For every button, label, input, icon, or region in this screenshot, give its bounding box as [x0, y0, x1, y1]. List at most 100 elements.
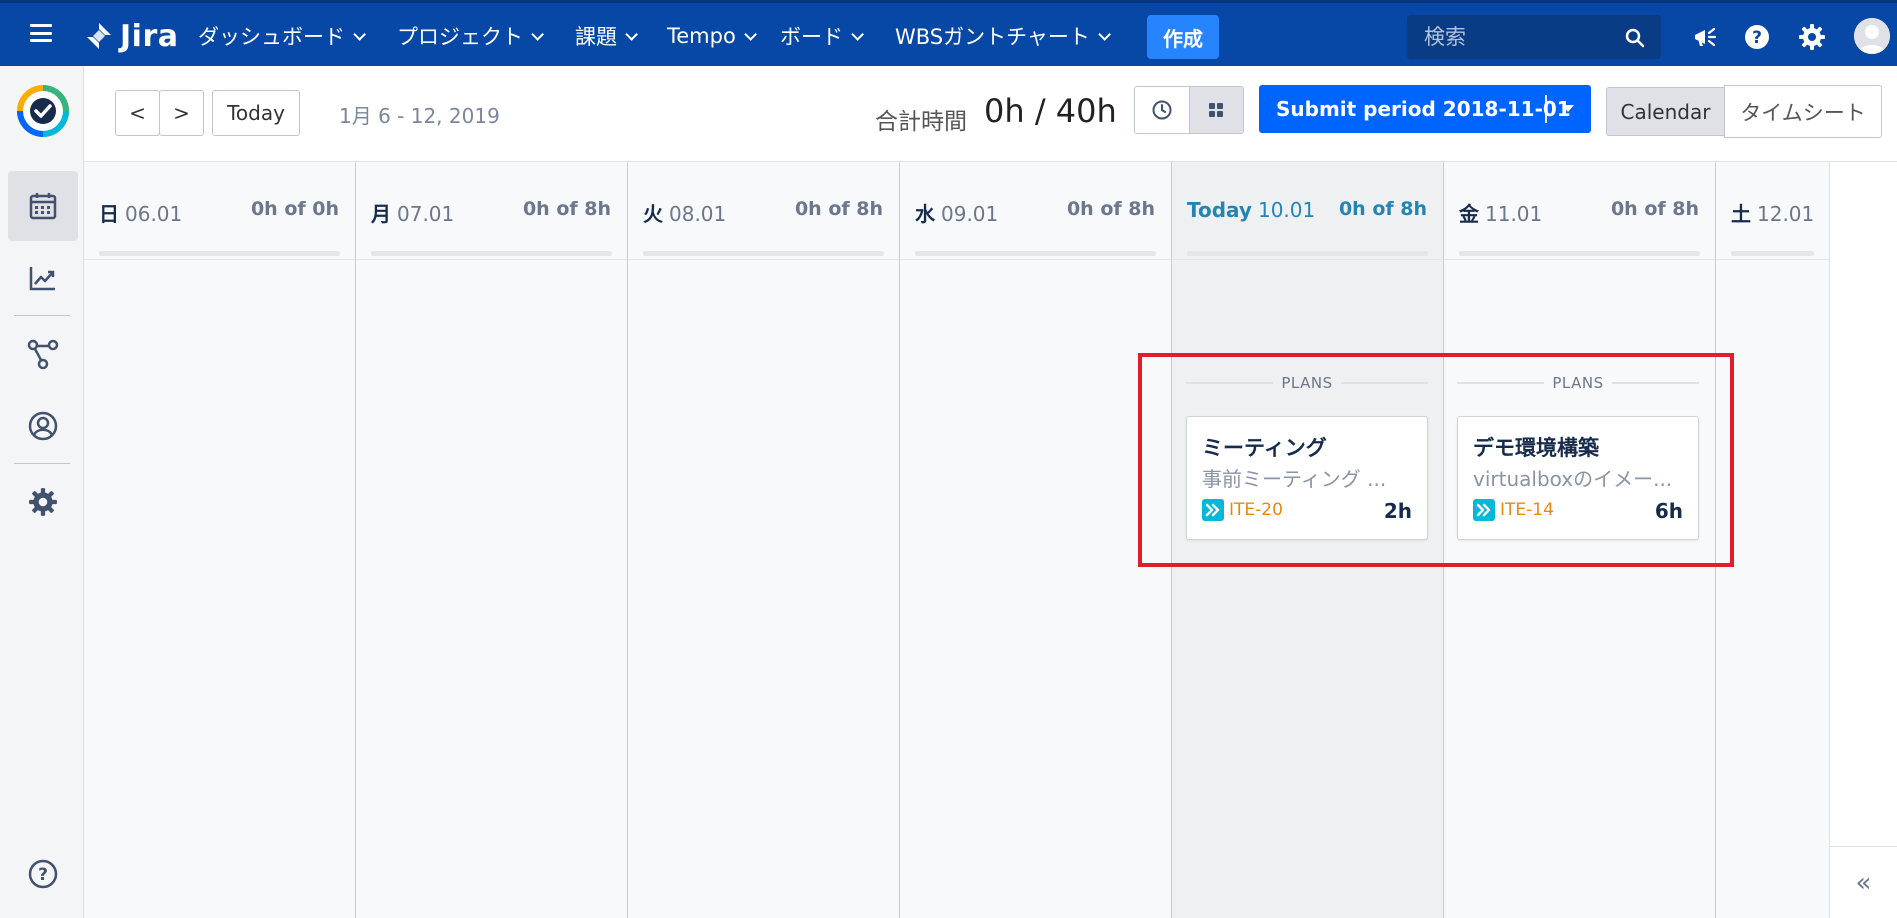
chevron-down-icon: [353, 27, 366, 41]
day-name: 金: [1459, 202, 1479, 226]
user-avatar[interactable]: [1854, 18, 1890, 54]
tempo-logo-icon: [17, 85, 69, 137]
prev-period-button[interactable]: <: [115, 90, 160, 136]
day-header-sat[interactable]: 土 12.01: [1716, 162, 1829, 260]
submit-period-button[interactable]: Submit period 2018-11-01: [1259, 85, 1591, 133]
day-hours: 0h of 8h: [1066, 198, 1155, 220]
chevron-down-icon: [625, 27, 638, 41]
submit-period-label: Submit period 2018-11-01: [1276, 97, 1571, 121]
reports-icon: [29, 267, 55, 291]
calendar-view-tab[interactable]: Calendar: [1606, 87, 1725, 136]
sidebar-divider: [14, 315, 70, 316]
account-nav[interactable]: [8, 391, 78, 461]
day-name: Today: [1187, 198, 1252, 222]
day-header-mon[interactable]: 月 07.01 0h of 8h: [356, 162, 628, 260]
day-column-sun[interactable]: [84, 260, 356, 918]
day-date: 07.01: [397, 202, 455, 226]
clock-view-button[interactable]: [1135, 87, 1189, 133]
day-label: Today 10.01: [1187, 198, 1315, 222]
nav-wbs-gantt[interactable]: WBSガントチャート: [895, 21, 1111, 51]
chevron-down-icon: [851, 27, 864, 41]
day-name: 土: [1731, 202, 1751, 226]
nav-tempo[interactable]: Tempo: [667, 21, 757, 51]
plans-network-icon: [27, 339, 59, 370]
calendar-icon: [29, 193, 57, 220]
total-hours-label: 合計時間: [875, 109, 967, 135]
svg-text:?: ?: [38, 865, 48, 885]
calendar-nav[interactable]: [8, 171, 78, 241]
nav-issues[interactable]: 課題: [575, 21, 638, 51]
day-header-today[interactable]: Today 10.01 0h of 8h: [1172, 162, 1444, 260]
day-date: 06.01: [125, 202, 183, 226]
day-progress-bar: [99, 251, 340, 256]
right-side-panel: [1829, 162, 1897, 918]
nav-projects[interactable]: プロジェクト: [397, 21, 544, 51]
collapse-panel-button[interactable]: «: [1829, 846, 1897, 918]
day-header-wed[interactable]: 水 09.01 0h of 8h: [900, 162, 1172, 260]
user-avatar-icon: [1854, 18, 1890, 54]
day-hours: 0h of 8h: [522, 198, 611, 220]
nav-label: Tempo: [667, 24, 736, 48]
sidebar-divider: [14, 463, 70, 464]
view-mode-toggle: [1134, 86, 1244, 134]
day-label: 日 06.01: [99, 198, 182, 227]
day-label: 土 12.01: [1731, 198, 1814, 227]
day-progress-bar: [1187, 251, 1428, 256]
nav-dashboard[interactable]: ダッシュボード: [198, 21, 366, 51]
nav-label: ボード: [780, 25, 843, 49]
search-icon[interactable]: [1625, 28, 1645, 48]
day-header-tue[interactable]: 火 08.01 0h of 8h: [628, 162, 900, 260]
day-hours: 0h of 0h: [250, 198, 339, 220]
day-header-sun[interactable]: 日 06.01 0h of 0h: [84, 162, 356, 260]
create-button[interactable]: 作成: [1147, 15, 1219, 59]
logo-text: Jira: [120, 18, 179, 54]
day-name: 水: [915, 202, 935, 226]
settings-nav[interactable]: [8, 467, 78, 537]
menu-icon[interactable]: [30, 24, 52, 42]
day-column-tue[interactable]: [628, 260, 900, 918]
day-name: 日: [99, 202, 119, 226]
tempo-sidebar: ?: [0, 66, 84, 918]
timesheet-view-tab[interactable]: タイムシート: [1724, 85, 1882, 138]
day-column-mon[interactable]: [356, 260, 628, 918]
plans-nav[interactable]: [8, 319, 78, 389]
day-hours: 0h of 8h: [1338, 198, 1427, 220]
help-nav[interactable]: ?: [8, 839, 78, 909]
settings-icon: [29, 488, 57, 516]
nav-boards[interactable]: ボード: [780, 21, 864, 51]
jira-logo-icon: [87, 23, 111, 49]
chevron-down-icon: [1098, 27, 1111, 41]
caret-down-icon[interactable]: [1562, 105, 1574, 112]
day-progress-bar: [1731, 251, 1814, 256]
next-period-button[interactable]: >: [159, 90, 204, 136]
day-label: 水 09.01: [915, 198, 998, 227]
grid-icon: [1209, 103, 1224, 117]
annotation-highlight-box: [1138, 353, 1734, 567]
day-label: 火 08.01: [643, 198, 726, 227]
help-icon[interactable]: ?: [1743, 23, 1771, 51]
jira-logo[interactable]: Jira: [84, 18, 179, 54]
nav-label: WBSガントチャート: [895, 25, 1090, 49]
day-hours: 0h of 8h: [1610, 198, 1699, 220]
clock-icon: [1152, 100, 1172, 120]
day-date: 08.01: [669, 202, 727, 226]
today-button[interactable]: Today: [212, 90, 300, 136]
day-date: 12.01: [1757, 202, 1815, 226]
day-column-wed[interactable]: [900, 260, 1172, 918]
search-input[interactable]: [1422, 24, 1612, 50]
grid-view-button[interactable]: [1188, 87, 1243, 133]
day-progress-bar: [643, 251, 884, 256]
total-hours-value: 0h / 40h: [984, 92, 1117, 130]
reports-nav[interactable]: [8, 243, 78, 313]
settings-icon[interactable]: [1798, 23, 1826, 51]
day-progress-bar: [915, 251, 1156, 256]
day-name: 火: [643, 202, 663, 226]
nav-label: 課題: [575, 25, 617, 49]
day-header-fri[interactable]: 金 11.01 0h of 8h: [1444, 162, 1716, 260]
chevron-down-icon: [744, 27, 757, 41]
nav-label: プロジェクト: [397, 25, 523, 49]
tempo-logo[interactable]: [8, 76, 78, 146]
megaphone-icon[interactable]: [1691, 23, 1719, 51]
day-label: 金 11.01: [1459, 198, 1542, 227]
day-label: 月 07.01: [371, 198, 454, 227]
